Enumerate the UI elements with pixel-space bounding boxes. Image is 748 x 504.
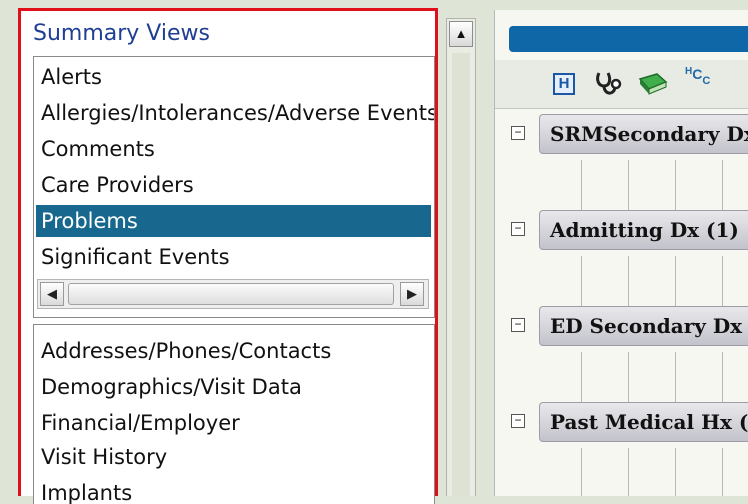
- h-icon[interactable]: H: [553, 73, 575, 95]
- list-item-financial[interactable]: Financial/Employer: [36, 407, 240, 439]
- summary-views-title: Summary Views: [33, 21, 210, 46]
- list-item-significant-events[interactable]: Significant Events: [36, 241, 230, 273]
- list-item-care-providers[interactable]: Care Providers: [36, 169, 194, 201]
- summary-views-top-list[interactable]: Alerts Allergies/Intolerances/Adverse Ev…: [33, 56, 435, 318]
- horizontal-scrollbar[interactable]: ◀ ▶: [37, 279, 429, 309]
- summary-views-bottom-list[interactable]: Addresses/Phones/Contacts Demographics/V…: [33, 324, 435, 504]
- summary-views-panel: Summary Views Alerts Allergies/Intoleran…: [18, 8, 438, 504]
- hcc-icon[interactable]: HCC: [685, 66, 710, 87]
- list-item-alerts[interactable]: Alerts: [36, 61, 102, 93]
- problems-toolbar: H HCC: [495, 60, 748, 109]
- list-item-comments[interactable]: Comments: [36, 133, 155, 165]
- grid-row: [535, 160, 748, 212]
- list-item-implants[interactable]: Implants: [36, 477, 132, 504]
- list-item-addresses[interactable]: Addresses/Phones/Contacts: [36, 335, 331, 367]
- list-item-allergies[interactable]: Allergies/Intolerances/Adverse Events: [36, 97, 434, 129]
- list-item-visit-history[interactable]: Visit History: [36, 441, 167, 473]
- list-item-demographics[interactable]: Demographics/Visit Data: [36, 371, 302, 403]
- collapse-icon[interactable]: −: [511, 318, 525, 332]
- grid-row: [535, 448, 748, 496]
- scroll-track[interactable]: [452, 53, 470, 497]
- section-header[interactable]: Admitting Dx (1): [539, 210, 748, 250]
- list-item-problems[interactable]: Problems: [36, 205, 431, 237]
- grid-row: [535, 352, 748, 404]
- scroll-right-arrow-icon[interactable]: ▶: [400, 282, 424, 306]
- scroll-up-arrow-icon[interactable]: ▲: [449, 21, 473, 47]
- scroll-left-arrow-icon[interactable]: ◀: [40, 282, 64, 306]
- problems-panel: H HCC − SRMSecondary Dx − Admitting Dx (…: [494, 10, 748, 496]
- section-header[interactable]: ED Secondary Dx: [539, 306, 748, 346]
- section-srm-secondary-dx: − SRMSecondary Dx: [505, 114, 748, 154]
- vertical-scrollbar[interactable]: ▲: [446, 18, 476, 497]
- header-bar: [509, 26, 748, 52]
- section-header[interactable]: SRMSecondary Dx: [539, 114, 748, 154]
- section-header[interactable]: Past Medical Hx (: [539, 402, 748, 442]
- section-admitting-dx: − Admitting Dx (1): [505, 210, 748, 250]
- section-past-medical-hx: − Past Medical Hx (: [505, 402, 748, 442]
- book-icon[interactable]: [637, 71, 669, 97]
- stethoscope-icon[interactable]: [593, 69, 623, 99]
- section-ed-secondary-dx: − ED Secondary Dx: [505, 306, 748, 346]
- collapse-icon[interactable]: −: [511, 222, 525, 236]
- collapse-icon[interactable]: −: [511, 414, 525, 428]
- collapse-icon[interactable]: −: [511, 126, 525, 140]
- grid-row: [535, 256, 748, 308]
- scroll-thumb[interactable]: [68, 283, 394, 305]
